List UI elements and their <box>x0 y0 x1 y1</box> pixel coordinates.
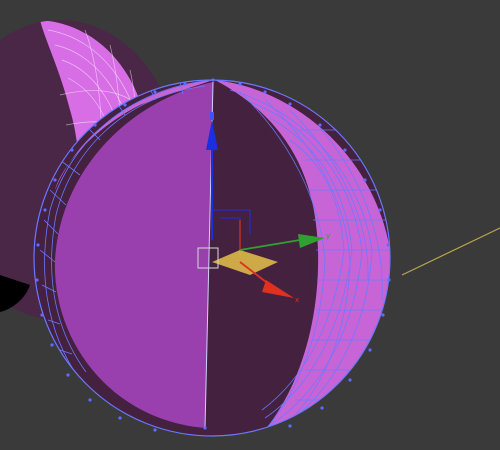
viewport-3d[interactable]: y x <box>0 0 500 450</box>
gizmo-y-label: y <box>326 232 330 240</box>
gizmo-z-tip <box>210 112 214 120</box>
gizmo-x-label: x <box>295 296 299 304</box>
scene-canvas[interactable]: y x <box>0 0 500 450</box>
